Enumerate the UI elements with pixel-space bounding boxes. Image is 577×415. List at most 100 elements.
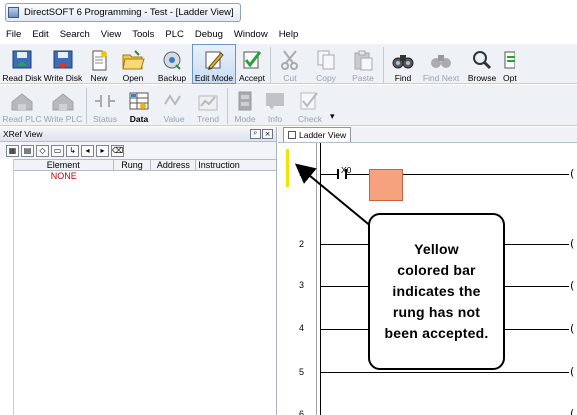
prev-icon[interactable]: ◂: [81, 144, 94, 157]
xref-column-headers: Element Rung Address Instruction: [14, 159, 276, 171]
xref-header: XRef View ᵖ ×: [0, 127, 276, 142]
close-icon[interactable]: ×: [262, 129, 273, 139]
value-button[interactable]: Value: [157, 85, 191, 125]
tab-ladder-view[interactable]: Ladder View: [283, 127, 352, 142]
check-button[interactable]: Check: [290, 85, 330, 125]
rung-number[interactable]: 5: [299, 367, 304, 377]
paste-button[interactable]: Paste: [345, 44, 381, 84]
mode-button[interactable]: Mode: [230, 85, 260, 125]
rung-number[interactable]: 6: [299, 409, 304, 415]
pin-icon[interactable]: ᵖ: [250, 129, 261, 139]
new-file-icon: [87, 49, 111, 71]
xref-gutter: [0, 159, 14, 415]
find-button[interactable]: Find: [386, 44, 420, 84]
coil-symbol: (: [570, 167, 575, 180]
window-title: DirectSOFT 6 Programming - Test - [Ladde…: [24, 6, 234, 18]
xref-toolbar: ▦ ▤ ◇ ▭ ↳ ◂ ▸ ⌫: [0, 142, 276, 159]
mode-icon: [233, 90, 257, 112]
copy-icon: [314, 49, 338, 71]
print-icon[interactable]: ▭: [51, 144, 64, 157]
browse-button[interactable]: Browse: [462, 44, 502, 84]
open-button[interactable]: Open: [114, 44, 152, 84]
read-plc-button[interactable]: Read PLC: [2, 85, 42, 125]
goto-icon[interactable]: ↳: [66, 144, 79, 157]
rung-line: [320, 372, 569, 373]
edit-mode-icon: [202, 49, 226, 71]
check-dropdown-icon[interactable]: ▾: [330, 111, 335, 122]
edit-mode-button[interactable]: Edit Mode: [192, 44, 236, 84]
binoculars-icon: [391, 49, 415, 71]
erase-icon[interactable]: ⌫: [111, 144, 124, 157]
write-plc-icon: [51, 90, 75, 112]
options-button[interactable]: Opt: [502, 44, 524, 84]
status-button[interactable]: Status: [89, 85, 121, 125]
trend-icon: [196, 90, 220, 112]
filter-icon[interactable]: ◇: [36, 144, 49, 157]
read-plc-icon: [10, 90, 34, 112]
unaccepted-rung-bar: [286, 149, 289, 187]
grid-view-icon[interactable]: ▦: [6, 144, 19, 157]
normally-open-contact[interactable]: [337, 169, 347, 179]
toolbar-separator: [86, 88, 87, 124]
rung-number[interactable]: 1: [299, 168, 304, 178]
value-icon: [162, 90, 186, 112]
data-button[interactable]: Data: [121, 85, 157, 125]
menu-bar: File Edit Search View Tools PLC Debug Wi…: [0, 26, 577, 42]
title-bar: DirectSOFT 6 Programming - Test - [Ladde…: [0, 0, 577, 24]
paste-icon: [351, 49, 375, 71]
check-icon: [298, 90, 322, 112]
col-address[interactable]: Address: [151, 160, 197, 170]
menu-window[interactable]: Window: [234, 29, 268, 40]
rung-number[interactable]: 2: [299, 239, 304, 249]
xref-title: XRef View: [3, 129, 43, 139]
app-icon: [8, 6, 19, 18]
menu-debug[interactable]: Debug: [195, 29, 223, 40]
coil-symbol: (: [570, 407, 575, 415]
coil-symbol: (: [570, 279, 575, 292]
backup-icon: [160, 49, 184, 71]
rung-line: [320, 174, 337, 175]
list-view-icon[interactable]: ▤: [21, 144, 34, 157]
write-plc-button[interactable]: Write PLC: [42, 85, 84, 125]
table-row[interactable]: NONE: [14, 171, 276, 182]
rung-cell: [114, 171, 152, 182]
coil-symbol: (: [570, 322, 575, 335]
trend-button[interactable]: Trend: [191, 85, 225, 125]
col-rung[interactable]: Rung: [114, 160, 152, 170]
write-disk-icon: [51, 49, 75, 71]
annotation-callout: Yellow colored bar indicates the rung ha…: [368, 213, 505, 370]
options-icon: [503, 49, 516, 71]
new-button[interactable]: New: [84, 44, 114, 84]
scissors-icon: [278, 49, 302, 71]
backup-button[interactable]: Backup: [152, 44, 192, 84]
menu-edit[interactable]: Edit: [32, 29, 48, 40]
rung-number[interactable]: 4: [299, 323, 304, 333]
next-icon[interactable]: ▸: [96, 144, 109, 157]
info-icon: [263, 90, 287, 112]
open-folder-icon: [121, 49, 145, 71]
left-power-rail: [320, 143, 321, 415]
window-title-tab[interactable]: DirectSOFT 6 Programming - Test - [Ladde…: [5, 2, 241, 22]
info-button[interactable]: Info: [260, 85, 290, 125]
edit-cursor[interactable]: [369, 169, 403, 201]
cut-button[interactable]: Cut: [273, 44, 307, 84]
magnifier-icon: [470, 49, 494, 71]
read-disk-button[interactable]: Read Disk: [2, 44, 42, 84]
menu-view[interactable]: View: [101, 29, 121, 40]
find-next-button[interactable]: Find Next: [420, 44, 462, 84]
rung-number[interactable]: 3: [299, 280, 304, 290]
col-instruction[interactable]: Instruction: [196, 160, 276, 170]
data-view-icon: [127, 90, 151, 112]
menu-plc[interactable]: PLC: [165, 29, 183, 40]
status-icon: [93, 90, 117, 112]
coil-symbol: (: [570, 365, 575, 378]
menu-help[interactable]: Help: [279, 29, 299, 40]
col-element[interactable]: Element: [14, 160, 114, 170]
copy-button[interactable]: Copy: [307, 44, 345, 84]
accept-button[interactable]: Accept: [236, 44, 268, 84]
main-toolbar: Read Disk Write Disk New Open Backup Edi…: [0, 43, 577, 84]
write-disk-button[interactable]: Write Disk: [42, 44, 84, 84]
menu-tools[interactable]: Tools: [132, 29, 154, 40]
menu-search[interactable]: Search: [60, 29, 90, 40]
menu-file[interactable]: File: [6, 29, 21, 40]
